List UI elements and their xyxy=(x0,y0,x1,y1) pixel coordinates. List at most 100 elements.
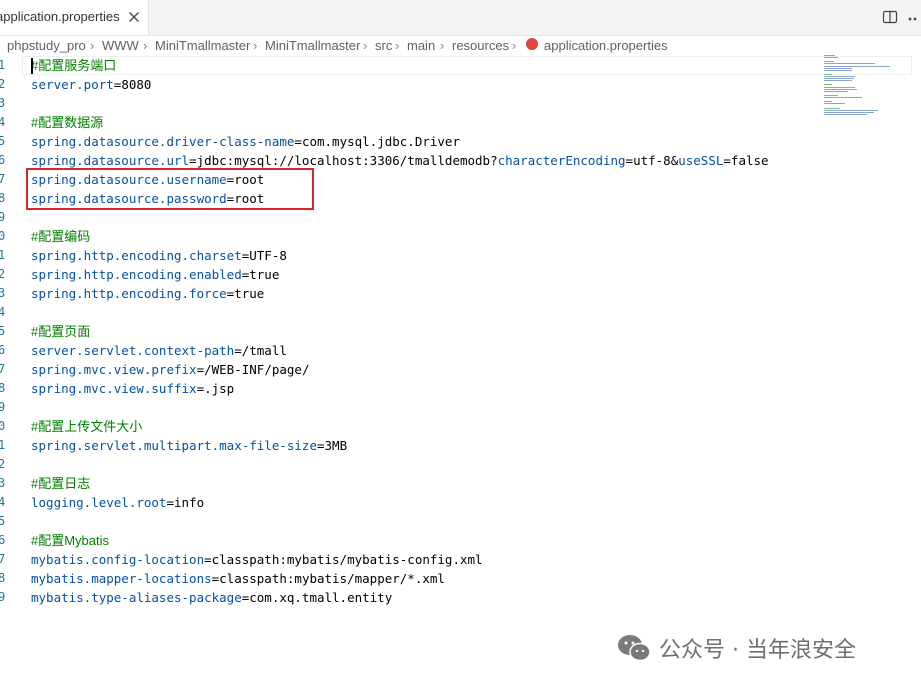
line-number: 1 xyxy=(0,438,6,452)
code-line[interactable]: spring.mvc.view.suffix=.jsp xyxy=(31,379,234,398)
code-line[interactable]: #配置服务端口 xyxy=(31,56,116,75)
line-number: 2 xyxy=(0,457,6,471)
breadcrumb-item[interactable]: MiniTmallmaster xyxy=(155,38,250,53)
minimap-line xyxy=(824,73,832,75)
minimap-line xyxy=(824,55,836,56)
text-cursor xyxy=(31,58,33,74)
url-param-key: characterEncoding xyxy=(497,153,626,168)
minimap-line xyxy=(824,76,855,77)
line-number: 3 xyxy=(0,286,6,300)
code-line[interactable]: #配置数据源 xyxy=(31,113,103,132)
line-number: 4 xyxy=(0,305,6,319)
code-line[interactable]: #配置Mybatis xyxy=(31,531,109,550)
line-number: 8 xyxy=(0,571,6,585)
breadcrumb-item[interactable]: WWW xyxy=(102,38,139,53)
line-number: 0 xyxy=(0,229,6,243)
line-number: 9 xyxy=(0,210,6,224)
line-number: 5 xyxy=(0,324,6,338)
code-line[interactable]: spring.datasource.driver-class-name=com.… xyxy=(31,132,460,151)
breadcrumb: phpstudy_pro › WWW › MiniTmallmaster › M… xyxy=(0,36,921,56)
chevron-right-icon: › xyxy=(363,38,368,53)
code-line[interactable]: spring.mvc.view.prefix=/WEB-INF/page/ xyxy=(31,360,309,379)
watermark-text: 公众号 · 当年浪安全 xyxy=(659,638,856,663)
property-value: classpath:mybatis/mybatis-config.xml xyxy=(211,552,483,567)
line-number: 8 xyxy=(0,191,6,205)
code-line[interactable]: #配置编码 xyxy=(31,227,90,246)
property-key: spring.servlet.multipart.max-file-size xyxy=(31,438,317,453)
minimap-line xyxy=(824,69,852,71)
minimap-line xyxy=(824,113,868,115)
tab-bar: application.properties xyxy=(0,0,921,36)
minimap-line xyxy=(824,97,862,98)
line-number: 9 xyxy=(0,590,6,604)
equals-sign: = xyxy=(234,343,242,358)
property-value: com.mysql.jdbc.Driver xyxy=(301,134,460,149)
minimap-line xyxy=(824,103,845,105)
chevron-right-icon: › xyxy=(395,38,400,53)
line-number: 3 xyxy=(0,96,6,110)
property-value: UTF-8 xyxy=(249,248,287,263)
line-number: 6 xyxy=(0,533,6,547)
line-number: 7 xyxy=(0,362,6,376)
tab-application-properties[interactable]: application.properties xyxy=(0,0,149,35)
close-icon[interactable] xyxy=(126,9,142,25)
property-key: spring.datasource.url xyxy=(31,153,190,168)
minimap[interactable] xyxy=(822,55,892,125)
minimap-line xyxy=(824,63,876,65)
code-line[interactable]: server.servlet.context-path=/tmall xyxy=(31,341,287,360)
minimap-line xyxy=(824,80,852,82)
more-actions-icon[interactable] xyxy=(908,17,920,21)
comment-text: #配置日志 xyxy=(31,476,91,491)
property-key: server.port xyxy=(31,77,114,92)
line-number: 0 xyxy=(0,419,6,433)
code-line[interactable]: mybatis.config-location=classpath:mybati… xyxy=(31,550,483,569)
code-line[interactable]: logging.level.root=info xyxy=(31,493,204,512)
breadcrumb-item[interactable]: application.properties xyxy=(544,38,668,53)
line-number: 2 xyxy=(0,267,6,281)
code-line[interactable]: spring.servlet.multipart.max-file-size=3… xyxy=(31,436,347,455)
minimap-line xyxy=(824,61,834,63)
minimap-line xyxy=(824,111,874,113)
code-line[interactable]: spring.http.encoding.charset=UTF-8 xyxy=(31,246,287,265)
minimap-line xyxy=(824,90,849,92)
minimap-line xyxy=(824,109,878,111)
equals-sign: = xyxy=(196,381,205,396)
breadcrumb-item[interactable]: src xyxy=(375,38,392,53)
property-key: mybatis.mapper-locations xyxy=(31,571,212,586)
property-value: =utf-8& xyxy=(625,153,679,168)
property-value: true xyxy=(234,286,265,301)
line-number: 4 xyxy=(0,495,6,509)
property-key: logging.level.root xyxy=(31,495,167,510)
code-line[interactable]: #配置日志 xyxy=(31,474,90,493)
comment-text: #配置上传文件大小 xyxy=(31,419,143,434)
code-line[interactable]: spring.http.encoding.force=true xyxy=(31,284,264,303)
breadcrumb-item[interactable]: MiniTmallmaster xyxy=(265,38,360,53)
breadcrumb-item[interactable]: resources xyxy=(452,38,509,53)
equals-sign: = xyxy=(166,495,174,510)
line-number: 5 xyxy=(0,134,6,148)
breadcrumb-item[interactable]: phpstudy_pro xyxy=(7,38,86,53)
breadcrumb-item[interactable]: main xyxy=(407,38,435,53)
comment-text: #配置数据源 xyxy=(31,115,104,130)
equals-sign: = xyxy=(196,362,205,377)
comment-text: #配置Mybatis xyxy=(31,533,110,548)
current-line-highlight xyxy=(22,56,912,75)
code-line[interactable]: mybatis.mapper-locations=classpath:mybat… xyxy=(31,569,445,588)
comment-text: #配置页面 xyxy=(31,324,91,339)
code-line[interactable]: mybatis.type-aliases-package=com.xq.tmal… xyxy=(31,588,392,607)
code-line[interactable]: server.port=8080 xyxy=(31,75,151,94)
code-line[interactable]: #配置上传文件大小 xyxy=(31,417,142,436)
property-key: spring.http.encoding.charset xyxy=(31,248,242,263)
tab-label: application.properties xyxy=(0,9,120,24)
property-value: classpath:mybatis/mapper/*.xml xyxy=(219,571,445,586)
property-value: .jsp xyxy=(204,381,235,396)
line-number: 3 xyxy=(0,476,6,490)
code-line[interactable]: spring.http.encoding.enabled=true xyxy=(31,265,279,284)
code-editor[interactable]: 1 2 3 4 5 6 7 8 9 0 1 2 3 4 5 6 7 8 9 0 1 2 3 4 5 6 7 8 9 #配置服务端口 ser… xyxy=(0,56,921,684)
line-number: 7 xyxy=(0,172,6,186)
java-file-icon xyxy=(526,38,538,50)
property-value: 8080 xyxy=(121,77,152,92)
code-line[interactable]: #配置页面 xyxy=(31,322,90,341)
wechat-icon xyxy=(618,635,651,662)
split-editor-icon[interactable] xyxy=(882,9,898,25)
